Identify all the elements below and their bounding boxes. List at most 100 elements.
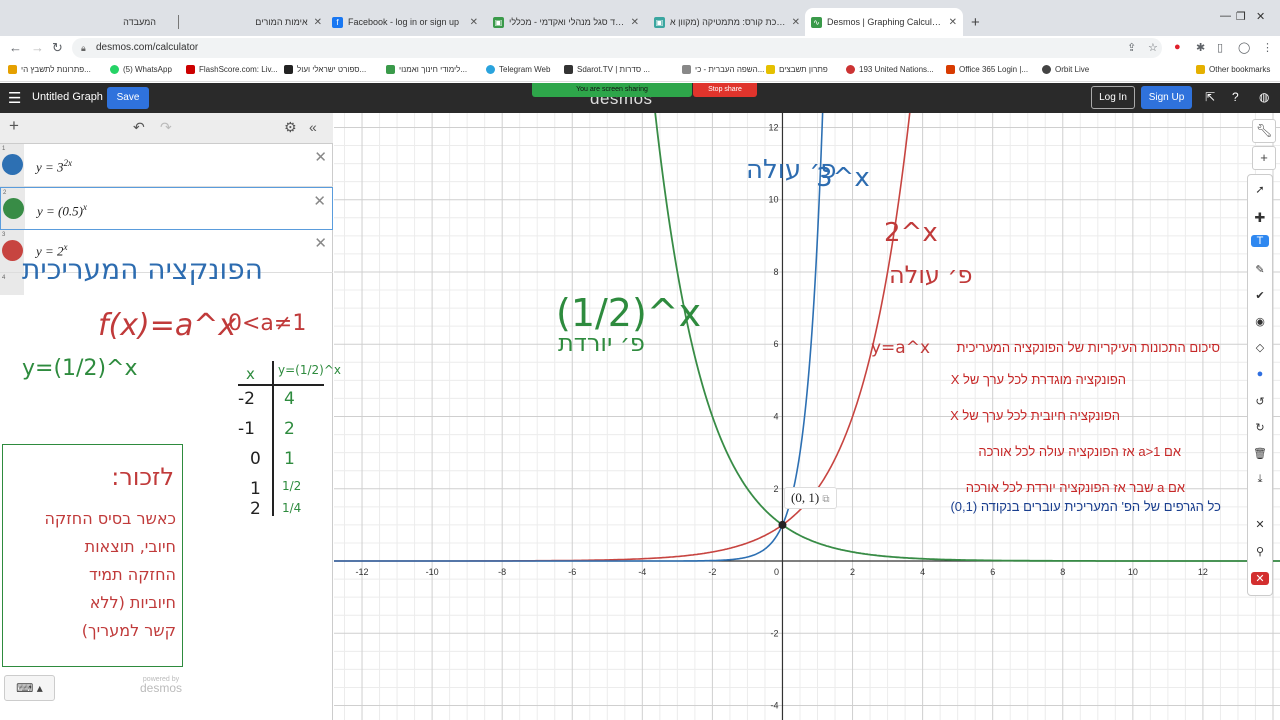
share-graph-icon[interactable]: ⇱ xyxy=(1205,90,1215,104)
delete-expression-icon[interactable]: ✕ xyxy=(313,192,326,210)
browser-tab[interactable]: f Facebook - log in or sign up ✕ xyxy=(326,8,484,36)
bookmark-item[interactable]: ספורט ישראלי ועול... xyxy=(284,65,366,74)
x-tick-label: -2 xyxy=(708,567,716,577)
sidebar-icon[interactable]: ▯ xyxy=(1217,41,1223,54)
graph-color-icon[interactable] xyxy=(2,154,23,175)
close-toolbar-icon[interactable]: ✕ xyxy=(1248,518,1272,531)
back-icon[interactable]: ← xyxy=(9,40,22,55)
expression-toolbar: + ↶ ↷ ⚙ « xyxy=(0,113,333,144)
download-icon[interactable]: ⤓ xyxy=(1248,473,1272,486)
expression-row[interactable]: 1 y = 32x ✕ xyxy=(0,144,333,187)
close-window-icon[interactable]: ✕ xyxy=(1256,10,1265,23)
browser-tab[interactable]: ▣ עריכת קורס: מתמטיקה (מקוון א ✕ xyxy=(648,8,806,36)
close-icon[interactable]: ✕ xyxy=(792,17,800,28)
bookmark-icon xyxy=(766,65,775,74)
point-label[interactable]: (0, 1) ⧉ xyxy=(784,487,837,509)
browser-tab-active[interactable]: ∿ Desmos | Graphing Calculator ✕ xyxy=(805,8,963,36)
forward-icon[interactable]: → xyxy=(31,40,44,55)
expression-formula[interactable]: y = 32x xyxy=(36,158,72,175)
expression-row-active[interactable]: 2 y = (0.5)x ✕ xyxy=(0,187,333,230)
new-tab-button[interactable]: + xyxy=(971,14,980,31)
trash-icon[interactable]: 🗑︎ xyxy=(1248,447,1272,460)
undo-icon[interactable]: ↶ xyxy=(133,119,145,136)
bookmark-item[interactable]: Telegram Web xyxy=(486,65,550,74)
bookmark-label: 193 United Nations... xyxy=(859,65,934,74)
bookmark-item[interactable]: Sdarot.TV | סדרות ... xyxy=(564,65,650,74)
handwritten-general-form: f(x)=a^x xyxy=(98,308,237,343)
extensions-icon[interactable]: ✱ xyxy=(1196,41,1205,54)
bookmark-item[interactable]: Other bookmarks xyxy=(1196,65,1270,74)
close-icon[interactable]: ✕ xyxy=(470,17,478,28)
bookmark-item[interactable]: Orbit Live xyxy=(1042,65,1089,74)
reload-icon[interactable]: ↻ xyxy=(52,40,63,56)
graph-color-icon[interactable] xyxy=(3,198,24,219)
close-icon[interactable]: ✕ xyxy=(314,17,322,28)
red-label-annotation: פ׳ עולה xyxy=(889,261,973,289)
undo-tool-icon[interactable]: ↺ xyxy=(1248,395,1272,408)
profile-icon[interactable]: ◯ xyxy=(1238,41,1250,54)
more-icon[interactable]: ⋮ xyxy=(1262,41,1273,54)
expression-formula[interactable]: y = (0.5)x xyxy=(37,202,87,219)
browser-tab[interactable]: ▣ עמוד סגל מנהלי ואקדמי - מכללי ✕ xyxy=(487,8,645,36)
graph-title[interactable]: Untitled Graph xyxy=(32,91,103,103)
graph-canvas[interactable]: -12 -10 -8 -6 -4 -2 0 2 4 6 8 10 12 12 10 8 6 4 2 -2 -4 xyxy=(334,40,1280,720)
browser-tab[interactable]: המעבדה xyxy=(12,8,162,36)
intersection-point[interactable] xyxy=(778,520,787,529)
collapse-icon[interactable]: « xyxy=(309,119,317,135)
tab-title: Facebook - log in or sign up xyxy=(348,17,460,27)
save-button[interactable]: Save xyxy=(107,87,149,109)
wrench-icon[interactable]: 🔧︎ xyxy=(1252,119,1276,143)
remember-title: לזכור: xyxy=(111,463,174,491)
eraser-icon[interactable]: ◇ xyxy=(1248,341,1272,354)
user-icon[interactable]: ⚲ xyxy=(1248,545,1272,558)
delete-expression-icon[interactable]: ✕ xyxy=(314,234,327,252)
zoom-in-button[interactable]: + xyxy=(1252,146,1276,170)
url-field[interactable]: 🔒︎ desmos.com/calculator xyxy=(72,38,1162,58)
close-icon[interactable]: ✕ xyxy=(631,17,639,28)
add-expression-icon[interactable]: + xyxy=(9,116,19,136)
bookmark-item[interactable]: פתרונות לתשבץ הי... xyxy=(8,65,91,74)
graph-color-icon[interactable] xyxy=(2,240,23,261)
pen-icon[interactable]: ✎ xyxy=(1248,263,1272,276)
opera-icon[interactable]: ● xyxy=(1174,41,1181,53)
check-icon[interactable]: ✔ xyxy=(1248,289,1272,302)
minimize-icon[interactable]: — xyxy=(1220,10,1231,22)
x-tick-label: -8 xyxy=(498,567,506,577)
text-tool-icon[interactable]: T xyxy=(1251,235,1269,247)
bookmark-label: Sdarot.TV | סדרות ... xyxy=(577,65,650,74)
browser-tab[interactable]: אימות המורים ✕ xyxy=(186,8,328,36)
close-red-icon[interactable]: ✕ xyxy=(1251,572,1269,585)
color-dot-icon[interactable]: ● xyxy=(1248,368,1272,380)
bookmark-item[interactable]: 193 United Nations... xyxy=(846,65,934,74)
star-icon[interactable]: ☆ xyxy=(1148,41,1158,54)
copy-icon[interactable]: ⧉ xyxy=(822,494,829,505)
stop-share-button[interactable]: Stop share xyxy=(693,83,757,97)
share-icon[interactable]: ⇪ xyxy=(1127,41,1136,54)
redo-icon[interactable]: ↷ xyxy=(160,119,172,136)
target-icon[interactable]: ◉ xyxy=(1248,315,1272,328)
bookmark-item[interactable]: (5) WhatsApp xyxy=(110,65,172,74)
bookmark-item[interactable]: FlashScore.com: Liv... xyxy=(186,65,278,74)
delete-expression-icon[interactable]: ✕ xyxy=(314,148,327,166)
x-tick-label: 2 xyxy=(850,567,855,577)
login-button[interactable]: Log In xyxy=(1091,86,1135,109)
restore-icon[interactable]: ❐ xyxy=(1236,10,1246,23)
x-tick-label: -4 xyxy=(638,567,646,577)
move-icon[interactable]: ✚ xyxy=(1248,210,1272,226)
gear-icon[interactable]: ⚙ xyxy=(284,119,297,136)
bookmark-item[interactable]: Office 365 Login |... xyxy=(946,65,1028,74)
settings-globe-icon[interactable]: ◍ xyxy=(1259,90,1269,104)
bookmark-item[interactable]: פתרון תשבצים xyxy=(766,65,828,74)
close-icon[interactable]: ✕ xyxy=(949,17,957,28)
pointer-icon[interactable]: ➚ xyxy=(1248,183,1272,196)
x-tick-label: 8 xyxy=(1060,567,1065,577)
bookmark-item[interactable]: לימודי חינוך ואמנוי... xyxy=(386,65,467,74)
redo-tool-icon[interactable]: ↻ xyxy=(1248,421,1272,434)
help-icon[interactable]: ? xyxy=(1232,90,1239,104)
bookmark-item[interactable]: השפה העברית - כי... xyxy=(682,65,764,74)
keyboard-button[interactable]: ⌨ ▴ xyxy=(4,675,55,701)
bookmark-label: FlashScore.com: Liv... xyxy=(199,65,278,74)
menu-icon[interactable]: ☰ xyxy=(8,89,21,107)
graph-area[interactable]: -12 -10 -8 -6 -4 -2 0 2 4 6 8 10 12 12 10 8 6 4 2 -2 -4 (0, … xyxy=(334,40,1280,720)
signup-button[interactable]: Sign Up xyxy=(1141,86,1192,109)
